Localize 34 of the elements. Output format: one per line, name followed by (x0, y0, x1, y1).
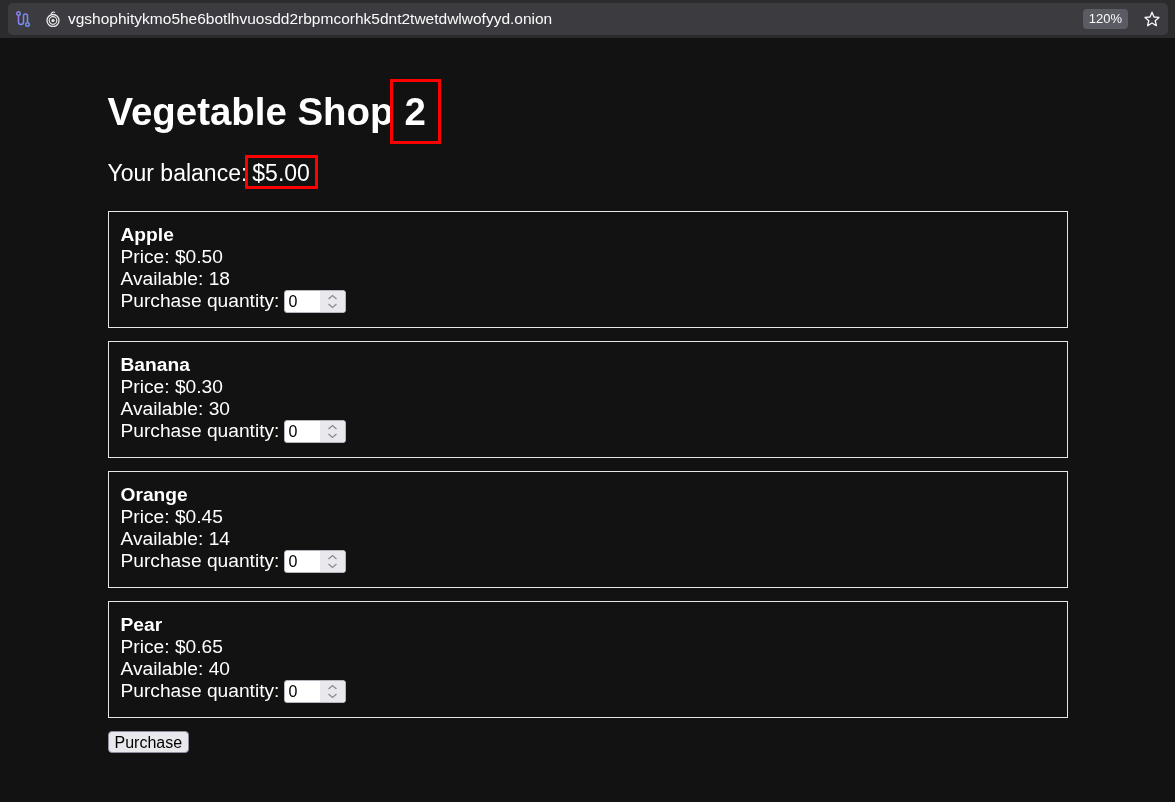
stepper-icon[interactable] (320, 290, 346, 312)
product-stock: Available: 40 (120, 657, 232, 680)
route-icon[interactable] (16, 11, 30, 27)
quantity-field[interactable]: 0 (284, 289, 347, 313)
product-name: Orange (120, 483, 189, 506)
quantity-label: Purchase quantity: (120, 290, 280, 313)
product-stock: Available: 18 (120, 267, 232, 290)
product-name: Apple (120, 223, 175, 246)
product-stock: Available: 30 (120, 397, 232, 420)
product-price: Price: $0.65 (120, 635, 224, 658)
quantity-label: Purchase quantity: (120, 420, 280, 443)
bookmark-star-icon[interactable] (1144, 11, 1160, 27)
stepper-icon[interactable] (320, 550, 346, 572)
purchase-button[interactable]: Purchase (107, 730, 190, 753)
quantity-label: Purchase quantity: (120, 680, 280, 703)
stepper-icon[interactable] (320, 420, 346, 442)
product-price: Price: $0.45 (120, 505, 224, 528)
product-name: Pear (120, 613, 164, 636)
address-bar[interactable]: vgshophitykmo5he6botlhvuosdd2rbpmcorhk5dnt2twetdwlwofyyd.onion 120% (8, 3, 1168, 35)
quantity-field[interactable]: 0 (284, 549, 347, 573)
title-number: 2 (390, 79, 441, 144)
onion-icon[interactable] (46, 11, 60, 27)
quantity-field[interactable]: 0 (284, 419, 347, 443)
zoom-level-button[interactable]: 120% (1082, 9, 1128, 29)
stepper-icon[interactable] (320, 680, 346, 702)
product-name: Banana (120, 353, 191, 376)
balance-amount: $5.00 (245, 155, 318, 190)
product-stock: Available: 14 (120, 527, 232, 550)
quantity-field[interactable]: 0 (284, 679, 347, 703)
url-text: vgshophitykmo5he6botlhvuosdd2rbpmcorhk5dnt2twetdwlwofyyd.onion (68, 10, 554, 28)
quantity-label: Purchase quantity: (120, 550, 280, 573)
balance-label: Your balance: (107, 160, 248, 187)
product-price: Price: $0.30 (120, 375, 224, 398)
product-price: Price: $0.50 (120, 245, 224, 268)
